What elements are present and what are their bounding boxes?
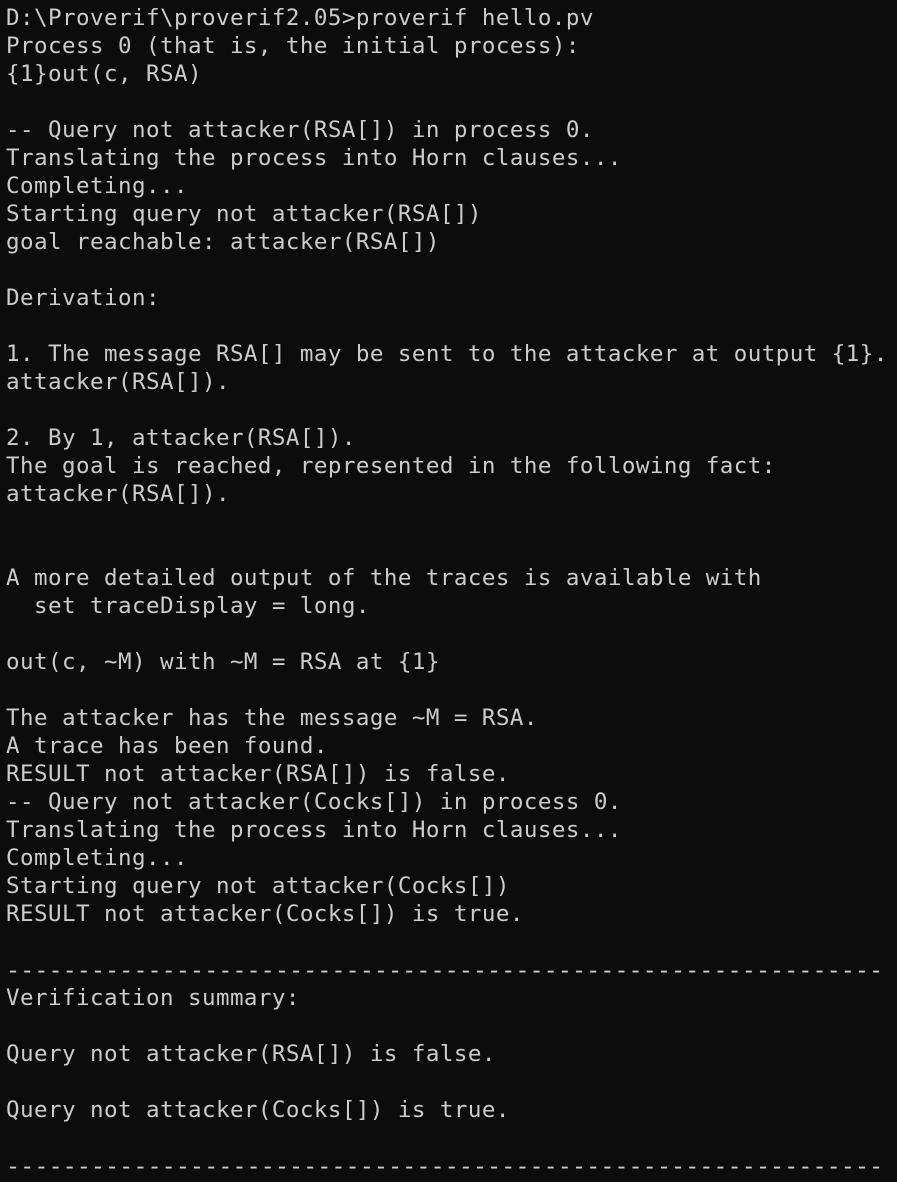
separator-line: ----------------------------------------… (6, 1152, 884, 1180)
output-line: A more detailed output of the traces is … (6, 565, 762, 591)
output-line: 1. The message RSA[] may be sent to the … (6, 341, 888, 367)
output-line: Translating the process into Horn clause… (6, 817, 622, 843)
output-line: attacker(RSA[]). (6, 369, 230, 395)
separator-line: ----------------------------------------… (6, 956, 884, 984)
summary-result-line: Query not attacker(RSA[]) is false. (6, 1041, 496, 1067)
output-line: -- Query not attacker(RSA[]) in process … (6, 117, 594, 143)
output-line: -- Query not attacker(Cocks[]) in proces… (6, 789, 622, 815)
output-line: Derivation: (6, 285, 160, 311)
command-prompt-line: D:\Proverif\proverif2.05>proverif hello.… (6, 5, 594, 31)
output-line: {1}out(c, RSA) (6, 61, 202, 87)
summary-result-line: Query not attacker(Cocks[]) is true. (6, 1097, 510, 1123)
output-line: Translating the process into Horn clause… (6, 145, 622, 171)
output-line: Completing... (6, 173, 188, 199)
output-line: The attacker has the message ~M = RSA. (6, 705, 538, 731)
output-line: 2. By 1, attacker(RSA[]). (6, 425, 356, 451)
output-line: Starting query not attacker(RSA[]) (6, 201, 482, 227)
output-line: Starting query not attacker(Cocks[]) (6, 873, 510, 899)
output-line: set traceDisplay = long. (6, 593, 370, 619)
result-line: RESULT not attacker(Cocks[]) is true. (6, 901, 524, 927)
output-line: Process 0 (that is, the initial process)… (6, 33, 580, 59)
output-line: attacker(RSA[]). (6, 481, 230, 507)
output-line: A trace has been found. (6, 733, 328, 759)
result-line: RESULT not attacker(RSA[]) is false. (6, 761, 510, 787)
summary-heading: Verification summary: (6, 985, 300, 1011)
output-line: goal reachable: attacker(RSA[]) (6, 229, 440, 255)
output-line: The goal is reached, represented in the … (6, 453, 776, 479)
output-line: out(c, ~M) with ~M = RSA at {1} (6, 649, 440, 675)
output-line: Completing... (6, 845, 188, 871)
terminal-window[interactable]: D:\Proverif\proverif2.05>proverif hello.… (0, 0, 897, 1182)
